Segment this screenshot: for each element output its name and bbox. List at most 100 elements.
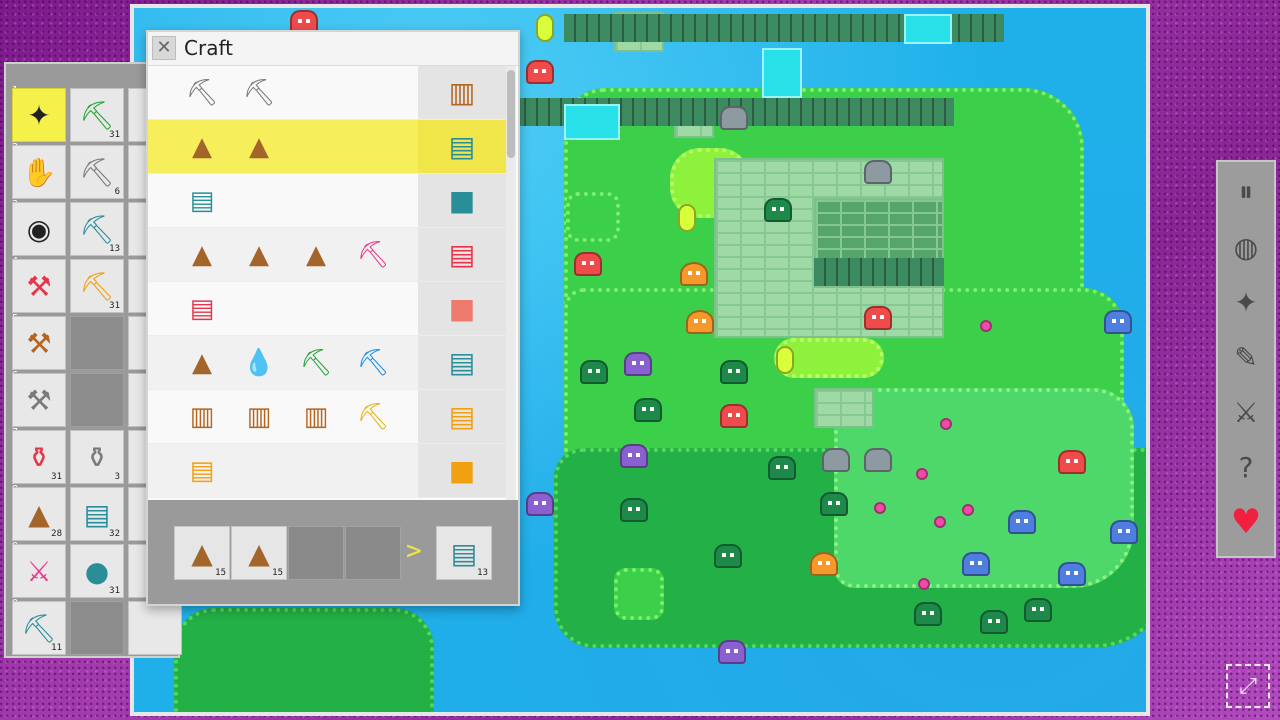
hotbar-slot[interactable]: ⚱ 3 [70,430,124,484]
craft-header: ✕ Craft [148,32,518,66]
character-button[interactable]: ✦ [1222,278,1270,326]
recipe-row[interactable]: ▤ ■ [148,174,506,228]
blue-mushroom[interactable] [1110,520,1138,544]
hotbar-slot[interactable]: ✦ [12,88,66,142]
craft-input-slot[interactable]: ▲ 15 [174,526,230,580]
pickaxe-icon: ⛏ [242,78,276,108]
hotbar-slot[interactable]: ✋ [12,145,66,199]
recipe-ingredient: ▥ [241,399,277,435]
green-ghost-creature[interactable] [764,198,792,222]
side-toolbar: ⏸ ◍ ✦ ✎ ⚔? ♥ [1216,160,1276,558]
axe-icon: ⚔ [26,554,52,588]
blue-mushroom[interactable] [1104,310,1132,334]
green-bush-creature[interactable] [720,360,748,384]
pause-button[interactable]: ⏸ [1222,168,1270,216]
hotbar-slot[interactable]: ⚒ [12,373,66,427]
hotbar-slot[interactable]: ⚒ [12,259,66,313]
hotbar-slot[interactable]: ⛏ 11 [12,601,66,655]
red-crab-creature[interactable] [574,252,602,276]
hotbar-slot[interactable]: ● 31 [70,544,124,598]
help-button[interactable]: ? [1222,443,1270,491]
pickaxe-icon: ⛏ [21,611,57,645]
green-bush-creature[interactable] [768,456,796,480]
green-bush-creature[interactable] [1024,598,1052,622]
hotbar-slot[interactable]: ⛏ 13 [70,202,124,256]
hotbar-slot[interactable] [70,601,124,655]
blue-mushroom[interactable] [1008,510,1036,534]
blue-mushroom[interactable] [962,552,990,576]
orange-mushroom[interactable] [686,310,714,334]
lime-lantern[interactable] [678,204,696,232]
craft-input-slot[interactable] [345,526,401,580]
lime-lantern[interactable] [776,346,794,374]
red-antenna-creature[interactable] [720,404,748,428]
orange-bricks-icon: ▤ [189,456,215,486]
pink-flower [962,504,974,516]
item-count: 13 [477,568,488,578]
hotbar-slot[interactable] [70,316,124,370]
hotbar-slot[interactable]: ⛏ 31 [70,259,124,313]
craft-input-slot[interactable] [288,526,344,580]
item-count: 11 [51,643,62,653]
close-button[interactable]: ✕ [152,36,176,60]
orange-bricks-icon: ▤ [448,400,476,433]
craft-output-slot[interactable]: ▤ 13 [436,526,492,580]
recipe-row[interactable]: ⛏ ⛏ ▥ [148,66,506,120]
hotbar-slot[interactable]: ⛏ 6 [70,145,124,199]
hotbar-slot[interactable]: ⚱ 31 [12,430,66,484]
world-button[interactable]: ◍ [1222,223,1270,271]
recipe-ingredient: ⛏ [355,237,391,273]
pink-flower [934,516,946,528]
green-ghost-creature[interactable] [820,492,848,516]
lime-lantern[interactable] [536,14,554,42]
dirt-pile-icon: ▲ [28,497,50,531]
hotbar-slot[interactable] [128,601,182,655]
scroll-thumb[interactable] [507,70,515,158]
green-bush-creature[interactable] [980,610,1008,634]
green-bush-creature[interactable] [620,498,648,522]
pickaxe-icon: ⛏ [356,348,390,378]
green-bush-creature[interactable] [634,398,662,422]
health-button[interactable]: ♥ [1222,498,1270,546]
hotbar-slot[interactable]: ◉ [12,202,66,256]
stone-pot[interactable] [864,160,892,184]
quests-button[interactable]: ✎ [1222,333,1270,381]
hotbar-slot[interactable]: ▤ 32 [70,487,124,541]
red-antenna-creature[interactable] [864,306,892,330]
recipe-result: ■ [418,444,506,497]
red-crab-creature[interactable] [526,60,554,84]
recipe-row[interactable]: ▥ ▥ ▥ ⛏ ▤ [148,390,506,444]
blue-mushroom[interactable] [1058,562,1086,586]
recipe-row[interactable]: ▤ ■ [148,282,506,336]
purple-spiked-creature[interactable] [624,352,652,376]
recipe-ingredient: 💧 [241,345,277,381]
stone-creature[interactable] [822,448,850,472]
green-bush-creature[interactable] [714,544,742,568]
orange-mushroom[interactable] [810,552,838,576]
hotbar-slot[interactable]: ⚒ [12,316,66,370]
recipe-row[interactable]: ▲ ▲ ▲ ⛏ ▤ [148,228,506,282]
grey-ufo-creature[interactable] [720,106,748,130]
purple-spiked-creature[interactable] [718,640,746,664]
hotbar-row: 0⛏11 [10,599,182,655]
hotbar-slot[interactable] [70,373,124,427]
skills-button[interactable]: ⚔ [1222,388,1270,436]
recipe-row[interactable]: ▲ 💧 ⛏ ⛏ ▤ [148,336,506,390]
recipe-row[interactable]: ▲ ▲ ▤ [148,120,506,174]
purple-spiked-creature[interactable] [620,444,648,468]
recipe-scrollbar[interactable] [506,66,516,500]
hotbar-slot[interactable]: ⛏ 31 [70,88,124,142]
stone-creature[interactable] [864,448,892,472]
red-bricks-icon: ▤ [448,238,476,271]
island-southwest [174,608,434,712]
craft-input-slot[interactable]: ▲ 15 [231,526,287,580]
hotbar-slot[interactable]: ⚔ [12,544,66,598]
red-antenna-creature[interactable] [1058,450,1086,474]
recipe-row[interactable]: ▤ ■ [148,444,506,498]
fullscreen-button[interactable]: ⤢ [1226,664,1270,708]
green-bush-creature[interactable] [914,602,942,626]
green-bush-creature[interactable] [580,360,608,384]
orange-mushroom[interactable] [680,262,708,286]
hotbar-slot[interactable]: ▲ 28 [12,487,66,541]
purple-spiked-creature[interactable] [526,492,554,516]
